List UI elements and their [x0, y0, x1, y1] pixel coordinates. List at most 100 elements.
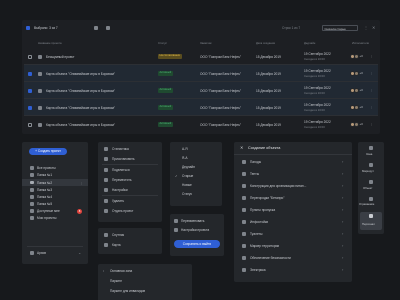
map-view-menu: Спутник Карта [98, 228, 162, 254]
row-deadline: 19 Сентября 2022 [304, 51, 331, 56]
tool-object[interactable]: Объект [363, 186, 373, 190]
col-header-name[interactable]: Название проекта [38, 41, 62, 45]
tool-zone[interactable]: Зона [366, 152, 372, 156]
chart-icon [104, 147, 108, 151]
menu-item-row[interactable] [98, 145, 162, 153]
row-deadline-note: Сегодня в 16:00 [304, 124, 325, 129]
menu-item-pause[interactable]: Приостановить [112, 157, 135, 161]
row-checkbox[interactable] [28, 105, 32, 110]
object-category-pagodas[interactable]: Пагоды [250, 160, 261, 164]
sort-option-old[interactable]: Старые [182, 174, 193, 178]
col-header-assignees[interactable]: Исполнители [352, 41, 369, 45]
toilet-icon [242, 232, 246, 236]
project-context-menu: Статистика Приостановить Поделиться Пере… [98, 142, 162, 222]
chevron-down-icon[interactable]: ⌄ [78, 251, 81, 255]
object-category-food[interactable]: Конструкции для организации питан... [250, 184, 306, 188]
sidebar-item-shared[interactable]: Доступные мне [37, 209, 60, 213]
object-category-toilets[interactable]: Туалеты [250, 232, 262, 236]
table-row[interactable]: Карта объекта "Олимпийские игры в Борово… [24, 82, 378, 99]
zone-item-parking-disabled[interactable]: Паркинг для инвалидов [110, 289, 145, 293]
object-category-info[interactable]: Инфостойки [250, 220, 268, 224]
object-category-barriers[interactable]: Перегородки "Бетапри" [250, 196, 284, 200]
projects-sidebar: + Создать проект Все проекты Папка №1 Па… [22, 142, 88, 264]
col-header-deadline[interactable]: Дедлайн [304, 41, 315, 45]
col-header-client[interactable]: Заказчик [200, 41, 212, 45]
sidebar-item-folder-1[interactable]: Папка №1 [37, 173, 52, 177]
table-row[interactable]: Карта объекта "Олимпийские игры в Борово… [24, 116, 378, 133]
menu-item-settings[interactable]: Настройки [112, 188, 128, 192]
menu-item-project-settings[interactable]: Настройки проекта [181, 228, 209, 232]
table-row[interactable]: Карта объекта "Олимпийские игры в Борово… [24, 99, 378, 116]
sidebar-item-folder-2[interactable]: Папка №2 [37, 181, 52, 185]
sidebar-item-folder-4[interactable]: Папка №4 [37, 195, 52, 199]
trash-icon[interactable] [106, 26, 110, 30]
zone-item-parking[interactable]: Паркинг [110, 279, 122, 283]
tool-display[interactable]: Отражаемое [359, 203, 374, 207]
tool-personnel[interactable]: Персонал [362, 222, 375, 226]
sidebar-item-mine[interactable]: Мои проекты [37, 216, 56, 220]
row-created: 15 Декабря 2019 [256, 54, 281, 59]
object-category-tents[interactable]: Тенты [250, 172, 259, 176]
divider [102, 195, 158, 196]
table-row[interactable]: Бесшумный проект На согласовании ООО "Га… [24, 48, 378, 65]
shared-count-badge: 8 [77, 208, 82, 214]
status-badge: Активный [158, 71, 173, 76]
row-checkbox[interactable] [28, 54, 32, 59]
row-client: ООО "Газпром Бэнк Нефть" [200, 71, 242, 76]
menu-item-map[interactable]: Карта [112, 243, 121, 247]
create-project-button[interactable]: + Создать проект [29, 148, 67, 155]
row-more-icon[interactable]: ⋮ [370, 54, 373, 58]
close-icon[interactable]: ✕ [372, 26, 376, 30]
status-badge: Активный [158, 105, 173, 110]
object-category-marker[interactable]: Маркер территории [250, 244, 279, 248]
save-and-exit-button[interactable]: Сохранить и выйти [174, 240, 220, 248]
row-checkbox[interactable] [28, 88, 32, 93]
sort-select[interactable]: Сначала старые [322, 24, 358, 31]
table-row[interactable]: Карта объекта "Олимпийские игры в Борово… [24, 65, 378, 82]
person-icon [369, 214, 373, 218]
avatar-extra-count: +3 [359, 54, 363, 58]
object-category-checkpoints[interactable]: Пункты пропуска [250, 208, 275, 212]
sidebar-item-all[interactable]: Все проекты [37, 166, 56, 170]
more-icon[interactable]: ⋮ [364, 26, 368, 30]
col-header-created[interactable]: Дата создания [256, 41, 275, 45]
menu-item-satellite[interactable]: Спутник [112, 233, 124, 237]
sort-menu: А-Я Я-А Дедлайн ✓ Старые Новые Статус [170, 142, 222, 206]
row-more-icon[interactable]: ⋮ [370, 105, 373, 109]
sort-option-deadline[interactable]: Дедлайн [182, 165, 195, 169]
menu-item-statistics[interactable]: Статистика [112, 147, 129, 151]
sidebar-item-folder-3[interactable]: Папка №3 [37, 188, 52, 192]
sidebar-item-archive[interactable]: Архив [37, 251, 46, 255]
chevron-right-icon: › [342, 207, 344, 212]
menu-item-move[interactable]: Переместить [112, 178, 132, 182]
menu-item-share[interactable]: Поделиться [112, 168, 130, 172]
menu-item-delete[interactable]: Удалить [112, 199, 124, 203]
object-category-electric[interactable]: Электрика [250, 268, 266, 272]
chevron-right-icon: › [342, 171, 344, 176]
sort-option-az[interactable]: А-Я [182, 147, 188, 151]
sort-option-status[interactable]: Статус [182, 192, 192, 196]
menu-item-transfer[interactable]: Отдать проект [112, 209, 133, 213]
sort-option-new[interactable]: Новые [182, 183, 192, 187]
back-arrow-icon[interactable]: ✕ [240, 146, 243, 150]
folder-icon[interactable] [94, 26, 98, 30]
select-all-checkbox[interactable] [26, 26, 30, 30]
col-header-status[interactable]: Статус [158, 41, 167, 45]
edit-icon [174, 219, 178, 223]
object-category-security[interactable]: Обеспечение безопасности [250, 256, 291, 260]
row-checkbox[interactable] [28, 71, 32, 76]
avatar [353, 87, 359, 93]
folder-icon [30, 173, 34, 177]
folder-options-icon[interactable]: ⋮ [80, 181, 83, 185]
row-more-icon[interactable]: ⋮ [370, 71, 373, 75]
sort-option-za[interactable]: Я-А [182, 156, 188, 160]
zone-item-main[interactable]: Основная зона [110, 269, 132, 273]
row-checkbox[interactable] [28, 122, 32, 127]
row-more-icon[interactable]: ⋮ [370, 88, 373, 92]
row-client: ООО "Газпром Бэнк Нефть" [200, 88, 242, 93]
tool-route[interactable]: Маршрут [362, 169, 374, 173]
row-more-icon[interactable]: ⋮ [370, 122, 373, 126]
chevron-right-icon: › [342, 267, 344, 272]
sidebar-item-folder-5[interactable]: Папка №5 [37, 202, 52, 206]
menu-item-rename[interactable]: Переименовать [181, 219, 204, 223]
